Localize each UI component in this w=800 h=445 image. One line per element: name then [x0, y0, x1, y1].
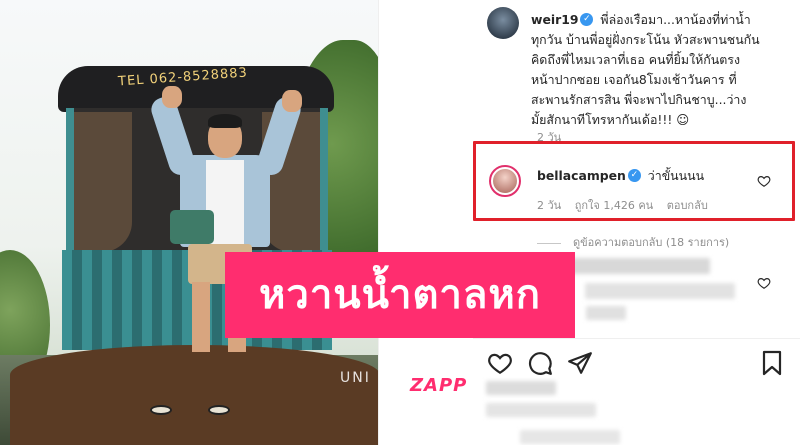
post-photo[interactable]: TEL 062-8528883 UNI [0, 0, 378, 445]
person-hand [282, 90, 302, 112]
reply-link[interactable]: ตอบกลับ [667, 199, 708, 212]
divider [473, 338, 800, 339]
view-replies-label: ดูข้อความตอบกลับ (18 รายการ) [573, 236, 730, 249]
comment: bellacampen ✓ ว่าขั้นนนน [537, 167, 704, 186]
blurred-likes [520, 430, 620, 444]
heart-icon[interactable] [487, 350, 513, 376]
comment-meta: 2 วัน ถูกใจ 1,426 คน ตอบกลับ [537, 196, 718, 214]
boat-hull [10, 345, 378, 445]
boat-eye [208, 405, 230, 415]
boat-curtain [74, 112, 132, 252]
person-leg [192, 282, 210, 352]
zapp-logo: ZAPP [410, 375, 468, 396]
post-actions [487, 350, 593, 376]
comment-username[interactable]: bellacampen [537, 168, 626, 183]
avatar[interactable] [489, 165, 521, 197]
view-replies[interactable]: ดูข้อความตอบกลับ (18 รายการ) [537, 233, 729, 251]
blurred-comment [586, 306, 626, 320]
post-caption: weir19 ✓ พี่ล่องเรือมา...หาน้องที่ท่าน้ำท… [531, 10, 761, 130]
watermark: UNI [340, 370, 371, 386]
person-hair [208, 114, 242, 128]
comment-icon[interactable] [527, 350, 553, 376]
comment-text: ว่าขั้นนนน [647, 168, 705, 183]
avatar[interactable] [487, 7, 519, 39]
replies-divider [537, 242, 561, 244]
username[interactable]: weir19 [531, 12, 578, 27]
bookmark-icon[interactable] [761, 350, 783, 376]
heart-icon[interactable] [757, 174, 771, 188]
verified-icon: ✓ [580, 13, 594, 26]
person-hand [162, 86, 182, 108]
comment-age: 2 วัน [537, 199, 562, 212]
blurred-likes [486, 381, 556, 395]
person-bag [170, 210, 214, 244]
heart-icon[interactable] [757, 276, 771, 290]
boat-eye [150, 405, 172, 415]
blurred-likes [486, 403, 596, 417]
share-icon[interactable] [567, 350, 593, 376]
blurred-comment [560, 258, 710, 274]
caption-text: พี่ล่องเรือมา...หาน้องที่ท่าน้ำทุกวัน บ้… [531, 12, 760, 127]
verified-icon: ✓ [627, 169, 641, 182]
blurred-comment [585, 283, 735, 299]
comment-likes[interactable]: ถูกใจ 1,426 คน [575, 199, 654, 212]
headline-banner: หวานน้ำตาลหก [225, 252, 575, 338]
